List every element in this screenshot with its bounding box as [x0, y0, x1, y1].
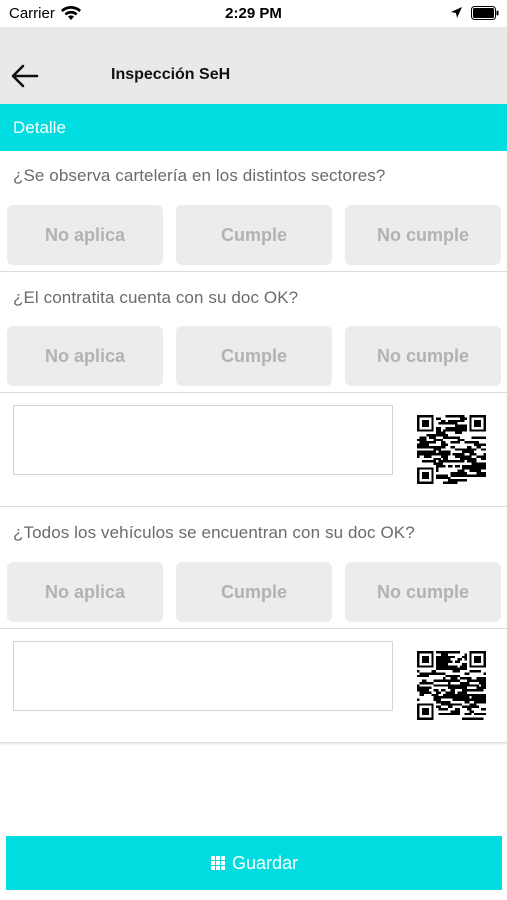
- question-3-comment-input[interactable]: [13, 641, 393, 711]
- question-3-options: No aplica Cumple No cumple: [7, 562, 501, 622]
- back-button[interactable]: [6, 57, 44, 95]
- question-1-options: No aplica Cumple No cumple: [7, 205, 501, 265]
- status-bar: Carrier 2:29 PM: [0, 0, 507, 27]
- question-2-options: No aplica Cumple No cumple: [7, 326, 501, 386]
- no-cumple-button[interactable]: No cumple: [345, 205, 501, 265]
- cumple-button[interactable]: Cumple: [176, 326, 332, 386]
- question-2-text: ¿El contratita cuenta con su doc OK?: [13, 288, 299, 307]
- no-aplica-button[interactable]: No aplica: [7, 205, 163, 265]
- cumple-button[interactable]: Cumple: [176, 562, 332, 622]
- no-aplica-button[interactable]: No aplica: [7, 326, 163, 386]
- no-aplica-button[interactable]: No aplica: [7, 562, 163, 622]
- divider: [0, 271, 507, 272]
- arrow-left-icon: [11, 64, 39, 88]
- no-cumple-button[interactable]: No cumple: [345, 326, 501, 386]
- save-button[interactable]: Guardar: [6, 836, 502, 890]
- question-2-comment-input[interactable]: [13, 405, 393, 475]
- cumple-button[interactable]: Cumple: [176, 205, 332, 265]
- clock: 2:29 PM: [225, 5, 282, 22]
- divider: [0, 506, 507, 507]
- divider: [0, 628, 507, 629]
- qr-code-icon[interactable]: [417, 651, 486, 720]
- location-arrow-icon: [451, 7, 462, 18]
- save-label: Guardar: [231, 852, 299, 873]
- grid-icon: [210, 856, 225, 870]
- divider: [0, 392, 507, 393]
- question-3-text: ¿Todos los vehículos se encuentran con s…: [13, 523, 415, 542]
- question-1-text: ¿Se observa cartelería en los distintos …: [13, 166, 386, 185]
- no-cumple-button[interactable]: No cumple: [345, 562, 501, 622]
- page-title: Inspección SeH: [111, 66, 231, 83]
- card-bottom-shadow: [0, 742, 507, 745]
- section-title: Detalle: [13, 118, 66, 137]
- nav-bar: Inspección SeH: [0, 27, 507, 104]
- battery-icon: [471, 6, 499, 20]
- section-header: Detalle: [0, 104, 507, 151]
- qr-code-icon[interactable]: [417, 415, 486, 484]
